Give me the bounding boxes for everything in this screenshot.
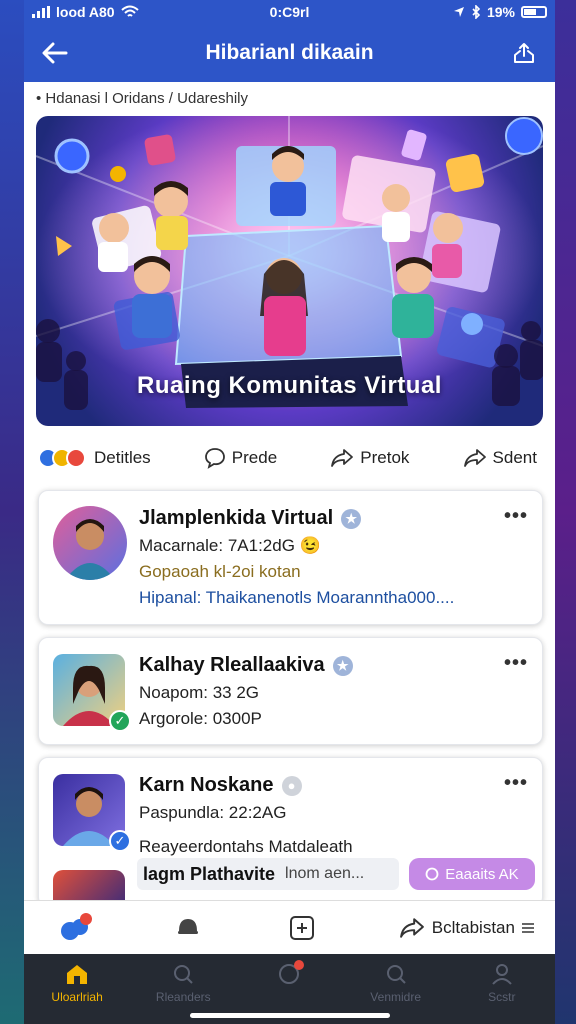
- more-options-button[interactable]: •••: [504, 505, 528, 528]
- partial-row[interactable]: lagm Plathavite lnom aen...: [137, 858, 399, 890]
- comment-icon: [204, 448, 225, 469]
- bottom-action-bar: Bcltabistan: [24, 900, 555, 954]
- reactions-button[interactable]: Detitles: [38, 448, 151, 468]
- profile-icon: [492, 964, 512, 985]
- more-options-button[interactable]: •••: [504, 652, 528, 675]
- back-button[interactable]: [38, 36, 72, 70]
- reactions-label: Detitles: [94, 448, 151, 467]
- member-name: Kalhay Rleallaakiva: [139, 654, 325, 676]
- status-bar: lood A80 0:C9rl 19%: [24, 0, 555, 24]
- member-detail: Paspundla: 22:2AG: [139, 803, 287, 822]
- share-icon: [514, 43, 534, 63]
- share-arrow-icon: [331, 449, 354, 467]
- member-detail: Noapom: 33 2G: [139, 683, 260, 702]
- battery-percent: 19%: [486, 4, 515, 20]
- back-arrow-icon: [42, 42, 68, 64]
- verified-check-icon: ✓: [109, 830, 131, 852]
- breadcrumb[interactable]: • Hdanasi l Oridans / Udareshily: [24, 82, 555, 114]
- verified-icon: ★: [341, 508, 362, 529]
- page-title: Hibarianl dikaain: [205, 41, 374, 64]
- bluetooth-icon: [472, 5, 481, 19]
- member-link[interactable]: Hipanal: Thaikanenotls Moaranntha000....: [139, 588, 502, 608]
- more-options-button[interactable]: •••: [504, 772, 528, 795]
- tab-readers[interactable]: Rleanders: [138, 962, 228, 1004]
- home-indicator: [190, 1013, 390, 1018]
- member-card[interactable]: ✓ Karn Noskane ● Paspundla: 22:2AG Reaye…: [38, 757, 543, 910]
- verified-icon: ★: [332, 655, 353, 676]
- wifi-icon: [120, 5, 139, 17]
- share-button[interactable]: [507, 36, 541, 70]
- send-button[interactable]: Sdent: [463, 447, 537, 469]
- tab-home[interactable]: Uloarlriah: [32, 962, 122, 1004]
- carrier-label: lood A80: [56, 4, 115, 20]
- member-name: Jlamplenkida Virtual: [139, 507, 334, 529]
- tab-label: Rleanders: [155, 990, 211, 1004]
- banner-title: Ruaing Komunitas Virtual: [137, 372, 442, 399]
- badge-icon: ●: [281, 775, 302, 796]
- tab-profile[interactable]: Scstr: [457, 962, 547, 1004]
- menu-icon: [521, 922, 534, 933]
- share-nav-button[interactable]: Bcltabistan: [398, 916, 535, 940]
- notification-badge-icon: [80, 912, 92, 925]
- reactions-nav-button[interactable]: [58, 911, 92, 945]
- share-post-button[interactable]: Pretok: [330, 447, 409, 469]
- background-edge-left: [0, 0, 24, 1024]
- add-icon: [289, 915, 314, 940]
- send-label: Sdent: [492, 448, 537, 467]
- share-label: Pretok: [360, 448, 410, 467]
- chat-bubble-icon: [178, 918, 199, 934]
- community-banner[interactable]: Ruaing Komunitas Virtual: [36, 116, 543, 426]
- tab-venues[interactable]: Venmidre: [351, 962, 441, 1004]
- online-check-icon: ✓: [109, 710, 131, 732]
- share-arrow-icon: [399, 917, 424, 938]
- notification-badge-icon: [294, 960, 305, 970]
- battery-icon: [521, 6, 547, 18]
- app-bar: Hibarianl dikaain: [24, 24, 555, 82]
- tab-label: Scstr: [488, 990, 516, 1004]
- member-subtitle: Gopaoah kl-2oi kotan: [139, 562, 301, 581]
- member-card[interactable]: Jlamplenkida Virtual ★ Macarnale: 7A1:2d…: [38, 490, 543, 625]
- comment-label: Prede: [231, 448, 278, 467]
- signal-icon: [32, 6, 50, 18]
- phone-screen: lood A80 0:C9rl 19% Hibarianl dikaain • …: [24, 0, 555, 1024]
- tab-label: Venmidre: [370, 990, 421, 1004]
- member-status: Reayeerdontahs Matdaleath: [139, 837, 353, 856]
- partial-row-name: lagm Plathavite: [143, 863, 276, 884]
- member-role: Argorole: 0300P: [139, 709, 262, 728]
- chat-nav-button[interactable]: [171, 911, 205, 945]
- add-post-button[interactable]: [285, 911, 319, 945]
- avatar: [53, 506, 127, 580]
- tab-bar: Uloarlriah Rleanders Venmidre Scstr: [24, 954, 555, 1024]
- edit-icon: [425, 867, 439, 881]
- tab-label: Uloarlriah: [51, 990, 103, 1004]
- search-icon: [386, 965, 406, 984]
- post-action-row: Detitles Prede Pretok Sdent: [24, 426, 555, 490]
- member-card[interactable]: ✓ Kalhay Rleallaakiva ★ Noapom: 33 2G Ar…: [38, 637, 543, 745]
- partial-row-button-label: Eaaaits AK: [445, 865, 519, 883]
- search-icon: [174, 965, 193, 984]
- partial-row-action-button[interactable]: Eaaaits AK: [409, 858, 535, 890]
- member-name: Karn Noskane: [139, 774, 274, 796]
- tab-notifications[interactable]: [244, 960, 334, 990]
- reactions-icon: [38, 448, 86, 468]
- comment-button[interactable]: Prede: [204, 447, 277, 469]
- emoji-icon: 😉: [299, 536, 321, 555]
- partial-row-subtext: lnom aen...: [285, 865, 365, 882]
- location-icon: [453, 7, 464, 17]
- send-icon: [463, 449, 486, 467]
- member-detail: Macarnale: 7A1:2dG: [139, 536, 295, 555]
- home-icon: [67, 965, 88, 984]
- background-edge-right: [552, 0, 576, 1024]
- share-nav-label: Bcltabistan: [431, 917, 515, 937]
